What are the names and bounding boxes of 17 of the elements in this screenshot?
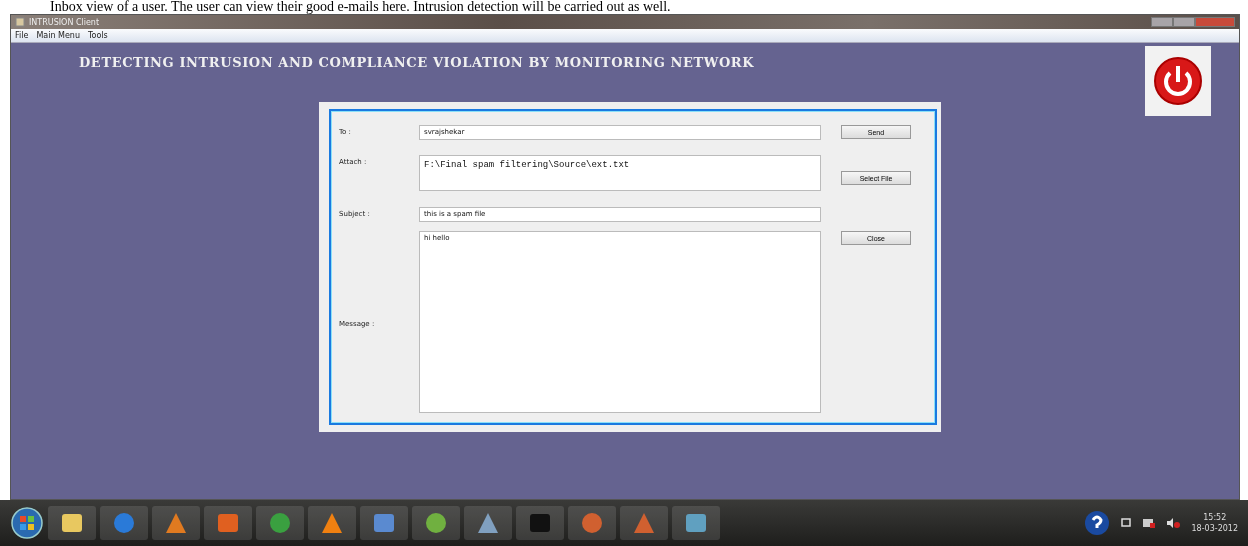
menu-item[interactable]: File	[15, 31, 29, 40]
text-field[interactable]: F:\Final spam filtering\Source\ext.txt	[419, 155, 821, 191]
banner-title: DETECTING INTRUSION AND COMPLIANCE VIOLATION BY MONITORING NETWORK	[79, 54, 756, 70]
menu-item[interactable]: Main Menu	[36, 31, 80, 40]
help-icon[interactable]	[1083, 510, 1110, 536]
monitor-icon[interactable]	[1119, 517, 1132, 529]
clock-time: 15:52	[1203, 512, 1227, 523]
window-title: INTRUSION Client	[29, 17, 100, 27]
network-icon[interactable]	[1141, 517, 1156, 529]
caption-text: Inbox view of a user. The user can view their good e-mails here. Intrusion detection will be carried out as well.	[49, 0, 672, 14]
speaker-icon[interactable]	[1165, 517, 1180, 529]
app-icon	[15, 17, 25, 27]
menu-item[interactable]: Tools	[88, 31, 108, 40]
power-icon	[1153, 56, 1203, 106]
power-button[interactable]	[1145, 46, 1211, 116]
start-button[interactable]	[10, 506, 44, 540]
clock-date: 18-03-2012	[1191, 523, 1238, 534]
